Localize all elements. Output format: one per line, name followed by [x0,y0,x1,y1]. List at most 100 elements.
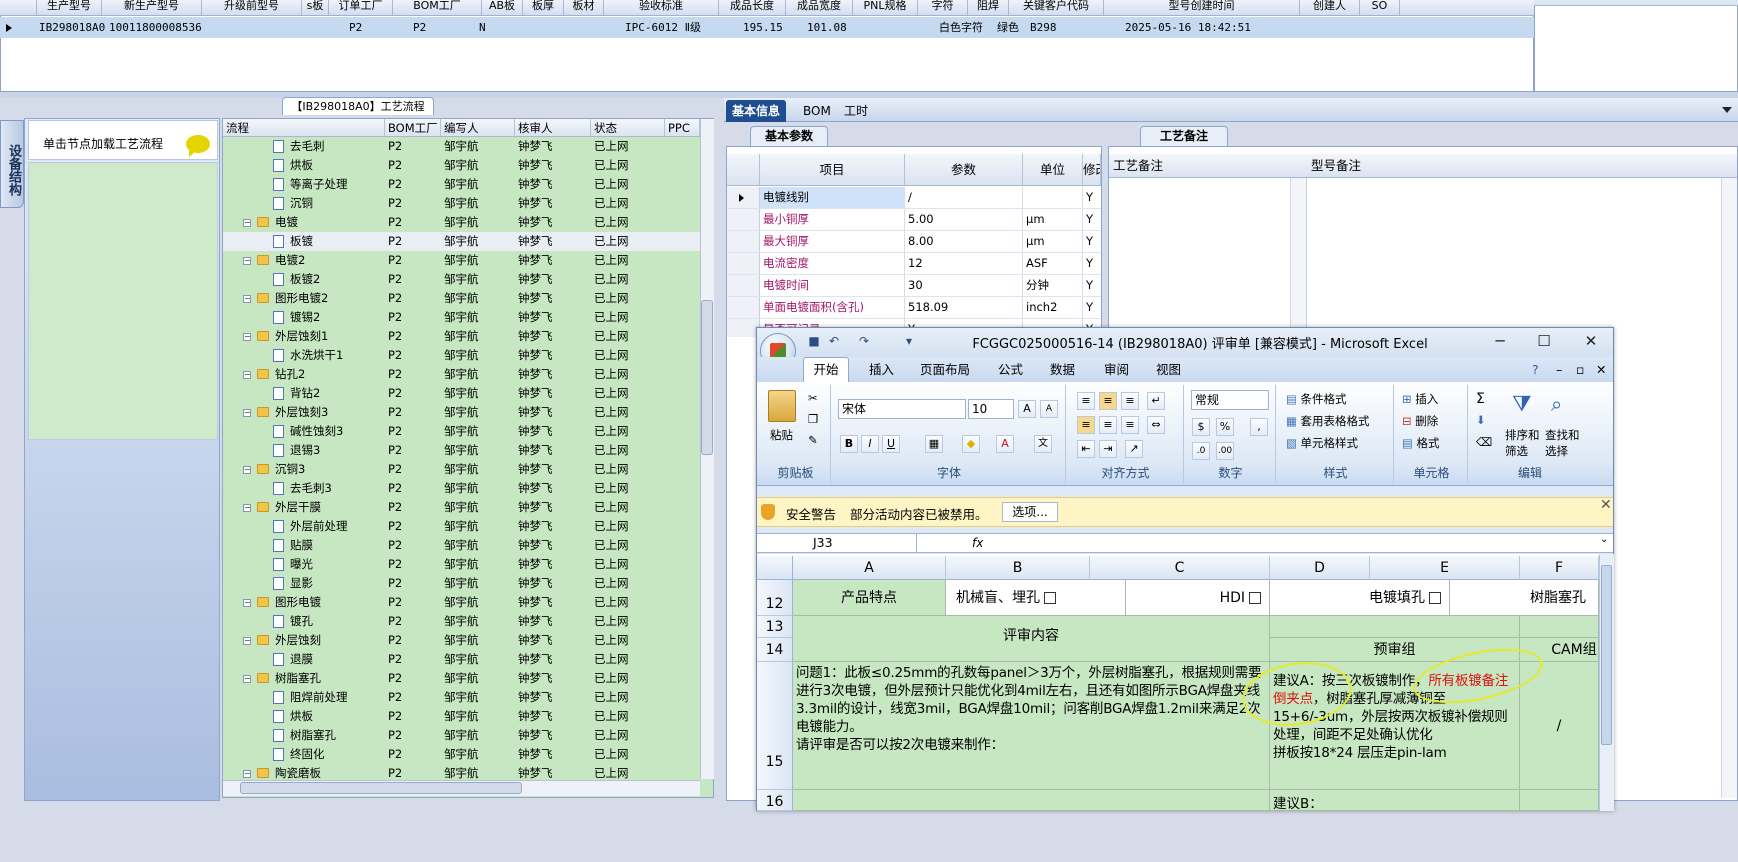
tree-node[interactable]: − 图形电镀2 [223,289,385,308]
cell-de13[interactable] [1270,616,1520,638]
security-options-button[interactable]: 选项... [1002,502,1058,522]
collapse-icon[interactable]: − [243,295,251,303]
tree-node[interactable]: − 外层蚀刻3 [223,403,385,422]
cell-f15[interactable]: / [1520,662,1599,790]
ribbon-minimize-icon[interactable]: – [1556,362,1562,378]
tree-row[interactable]: − 电镀 P2 邹宇航 钟梦飞 已上网 [223,213,700,232]
collapse-icon[interactable]: − [243,219,251,227]
bold-icon[interactable]: B [840,435,858,453]
cell-standard[interactable]: IPC-6012 Ⅱ级 [623,17,741,38]
col-header[interactable]: 板厚 [523,0,564,15]
name-box[interactable]: J33 [757,534,917,552]
table-format-button[interactable]: ▦ 套用表格格式 [1286,413,1370,429]
tree-row[interactable]: 等离子处理 P2 邹宇航 钟梦飞 已上网 [223,175,700,194]
tree-row[interactable]: − 图形电镀2 P2 邹宇航 钟梦飞 已上网 [223,289,700,308]
tree-row[interactable]: − 外层蚀刻3 P2 邹宇航 钟梦飞 已上网 [223,403,700,422]
param-row[interactable]: 电镀线别 / Y [727,187,1101,209]
tree-node[interactable]: 镀孔 [223,612,385,631]
col-item[interactable]: 项目 [760,154,905,185]
paste-icon[interactable] [768,390,796,422]
cell-f13[interactable] [1520,616,1599,638]
cell-styles-button[interactable]: ▧ 单元格样式 [1286,435,1358,451]
tab-formulas[interactable]: 公式 [998,362,1023,378]
tab-insert[interactable]: 插入 [869,362,894,378]
tab-view[interactable]: 视图 [1156,362,1181,378]
col-unit[interactable]: 单位 [1023,154,1083,185]
checkbox-icon[interactable] [1044,592,1056,604]
currency-icon[interactable]: $ [1192,418,1210,436]
col-model-notes[interactable]: 型号备注 [1311,154,1361,178]
tree-node[interactable]: 背钻2 [223,384,385,403]
checkbox-icon[interactable] [1249,592,1261,604]
decrease-decimal-icon[interactable]: .00 [1216,442,1234,460]
sheet-vertical-scroll-thumb[interactable] [1601,565,1612,745]
tree-row[interactable]: − 陶瓷磨板 P2 邹宇航 钟梦飞 已上网 [223,764,700,780]
tree-row[interactable]: 贴膜 P2 邹宇航 钟梦飞 已上网 [223,536,700,555]
col-header[interactable]: 型号创建时间 [1104,0,1300,15]
cell-bom-factory[interactable]: P2 [411,17,477,38]
collapse-icon[interactable]: − [243,770,251,778]
cell-model[interactable]: IB298018A0 [37,17,107,38]
ribbon-restore-icon[interactable]: ▫ [1576,362,1584,378]
select-all-corner[interactable] [757,556,793,580]
row-header-15[interactable]: 15 [757,662,793,790]
tree-row[interactable]: 水洗烘干1 P2 邹宇航 钟梦飞 已上网 [223,346,700,365]
tree-row[interactable]: 外层前处理 P2 邹宇航 钟梦飞 已上网 [223,517,700,536]
tree-row[interactable]: 沉铜 P2 邹宇航 钟梦飞 已上网 [223,194,700,213]
cell-de16[interactable]: 建议B： [1270,790,1520,811]
tree-node[interactable]: 曝光 [223,555,385,574]
collapse-icon[interactable]: − [243,333,251,341]
tree-row[interactable]: 阻焊前处理 P2 邹宇航 钟梦飞 已上网 [223,688,700,707]
tree-node[interactable]: 水洗烘干1 [223,346,385,365]
save-icon[interactable]: ■ [807,334,821,348]
tree-row[interactable]: − 外层蚀刻1 P2 邹宇航 钟梦飞 已上网 [223,327,700,346]
tree-row[interactable]: 终固化 P2 邹宇航 钟梦飞 已上网 [223,745,700,764]
maximize-icon[interactable]: ☐ [1530,331,1558,351]
close-icon[interactable]: ✕ [1577,331,1605,351]
param-row[interactable]: 最小铜厚 5.00 μm Y [727,209,1101,231]
cell-length[interactable]: 195.15 [741,17,805,38]
undo-icon[interactable]: ↶ [827,334,841,348]
col-header[interactable]: 阻焊 [968,0,1009,15]
tree-row[interactable]: 板镀 P2 邹宇航 钟梦飞 已上网 [223,232,700,251]
fill-icon[interactable]: ⬇ [1476,413,1486,427]
tree-node[interactable]: − 电镀 [223,213,385,232]
col-header[interactable]: 板材 [564,0,604,15]
checkbox-icon[interactable] [1429,592,1441,604]
formula-expand-icon[interactable]: ⌄ [1600,534,1608,545]
tree-row[interactable]: 去毛刺3 P2 邹宇航 钟梦飞 已上网 [223,479,700,498]
cell-d12[interactable]: 电镀填孔 [1270,580,1450,616]
col-writer[interactable]: 编写人 [441,119,515,136]
sort-filter-button[interactable]: 排序和筛选 [1505,427,1541,459]
cut-icon[interactable]: ✂ [808,391,818,405]
cell-order-factory[interactable]: P2 [347,17,411,38]
cell-a12[interactable]: 产品特点 [793,580,946,616]
format-cells-button[interactable]: ▤ 格式 [1402,435,1440,451]
align-center-icon[interactable]: ≡ [1099,416,1117,434]
tree-node[interactable]: 贴膜 [223,536,385,555]
col-bom[interactable]: BOM工厂 [385,119,441,136]
col-header[interactable]: 升级前型号 [202,0,302,15]
param-value[interactable]: 8.00 [905,231,1023,252]
percent-icon[interactable]: % [1216,418,1234,436]
tree-node[interactable]: 树脂塞孔 [223,726,385,745]
col-header[interactable]: 关键客户代码 [1009,0,1104,15]
copy-icon[interactable]: ❐ [808,412,818,426]
tree-node[interactable]: − 外层蚀刻 [223,631,385,650]
tree-row[interactable]: 曝光 P2 邹宇航 钟梦飞 已上网 [223,555,700,574]
tree-row[interactable]: − 电镀2 P2 邹宇航 钟梦飞 已上网 [223,251,700,270]
cell-a15-question[interactable]: 问题1：此板≤0.25mm的孔数每panel＞3万个，外层树脂塞孔，根据规则需要… [793,662,1270,790]
col-header-e[interactable]: E [1370,556,1520,580]
tree-node[interactable]: 烘板 [223,156,385,175]
param-row[interactable]: 单面电镀面积(含孔) 518.09 inch2 Y [727,297,1101,319]
tree-row[interactable]: 烘板 P2 邹宇航 钟梦飞 已上网 [223,707,700,726]
collapse-icon[interactable]: − [243,257,251,265]
tab-work-hours[interactable]: 工时 [838,100,874,122]
col-process-notes[interactable]: 工艺备注 [1113,154,1163,178]
number-format-select[interactable]: 常规 [1191,390,1269,410]
tab-process-notes[interactable]: 工艺备注 [1140,126,1228,146]
font-size-select[interactable]: 10 [968,399,1014,419]
tree-row[interactable]: 烘板 P2 邹宇航 钟梦飞 已上网 [223,156,700,175]
tree-row[interactable]: 显影 P2 邹宇航 钟梦飞 已上网 [223,574,700,593]
comma-icon[interactable]: , [1250,418,1268,436]
